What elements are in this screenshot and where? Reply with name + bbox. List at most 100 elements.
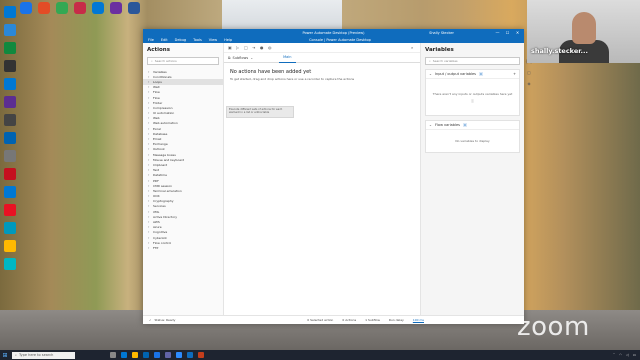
actions-title: Actions	[147, 47, 170, 53]
volume-icon[interactable]: ◁	[626, 353, 629, 357]
subflows-icon: ⧉	[228, 55, 231, 60]
zoom-icon[interactable]	[176, 352, 182, 358]
desktop-icon[interactable]	[74, 2, 86, 14]
close-button[interactable]: ✕	[515, 30, 520, 35]
run-delay-value[interactable]: 100 ms	[413, 318, 424, 322]
step-icon[interactable]: ⇥	[252, 45, 256, 50]
action-list: VariablesConditionalsLoopsWaitFlowFlowFo…	[143, 69, 223, 251]
taskview-icon[interactable]	[110, 352, 116, 358]
variables-title: Variables	[425, 47, 454, 53]
desktop-icon[interactable]	[4, 6, 16, 18]
menu-file[interactable]: File	[148, 38, 154, 42]
status-bar: ✓ Status: Ready 0 Selected action 0 Acti…	[143, 315, 524, 324]
right-side-strip: {x} ▢ ◈	[524, 59, 534, 86]
io-variables-empty-text: There aren't any inputs or outputs varia…	[432, 91, 513, 96]
signed-in-user[interactable]: Shally Stecker	[429, 31, 454, 35]
desktop-icon[interactable]	[4, 150, 16, 162]
menu-edit[interactable]: Edit	[161, 38, 168, 42]
actions-count: 0 Actions	[342, 318, 357, 322]
subflows-dropdown[interactable]: ⧉ Subflows ⌄	[224, 53, 257, 62]
desktop-icon[interactable]	[4, 60, 16, 72]
status-text: Status: Ready	[154, 318, 176, 322]
desktop-icon[interactable]	[4, 96, 16, 108]
record-icon[interactable]: ●	[260, 45, 264, 50]
menu-view[interactable]: View	[209, 38, 217, 42]
selected-actions-count: 0 Selected action	[307, 318, 334, 322]
search-icon: ⌕	[15, 353, 17, 357]
edge-icon[interactable]	[121, 352, 127, 358]
menu-help[interactable]: Help	[224, 38, 232, 42]
flow-variables-header[interactable]: ⌄ Flow variables 0	[426, 121, 519, 130]
save-icon[interactable]: ▣	[228, 45, 232, 50]
chevron-down-icon: ⌄	[429, 72, 432, 76]
file-explorer-icon[interactable]	[132, 352, 138, 358]
desktop-icon[interactable]	[4, 222, 16, 234]
desktop-icon[interactable]	[4, 24, 16, 36]
minimize-button[interactable]: —	[495, 30, 500, 35]
desktop-icon[interactable]	[4, 168, 16, 180]
desktop-icon[interactable]	[4, 132, 16, 144]
taskbar-apps	[110, 352, 204, 358]
action-group-item[interactable]: FTP	[143, 245, 223, 250]
workspace: Actions ⌕ Search actions VariablesCondit…	[143, 43, 533, 316]
io-variables-count: 0	[479, 72, 483, 76]
add-icon[interactable]: +	[513, 72, 516, 76]
desktop-icon[interactable]	[20, 2, 32, 14]
maximize-button[interactable]: ☐	[505, 30, 510, 35]
zoom-logo: zoom	[517, 312, 590, 342]
participant-face	[572, 12, 596, 44]
menu-tools[interactable]: Tools	[193, 38, 202, 42]
run-icon[interactable]: ▷	[236, 45, 240, 50]
network-icon[interactable]: ◠	[619, 353, 622, 357]
participant-name: shally.stecker...	[531, 47, 588, 55]
desktop-icon[interactable]	[128, 2, 140, 14]
tab-main[interactable]: Main	[279, 53, 296, 63]
check-icon: ✓	[149, 318, 152, 322]
variables-search-input[interactable]: ⌕ Search variables	[425, 57, 520, 65]
notifications-icon[interactable]: ▭	[633, 353, 636, 357]
windows-start-icon[interactable]: ⊞	[0, 350, 10, 360]
teams-icon[interactable]	[165, 352, 171, 358]
chrome-icon[interactable]	[154, 352, 160, 358]
search-icon: ⌕	[429, 59, 431, 63]
store-icon[interactable]	[143, 352, 149, 358]
search-icon[interactable]: ⌕	[411, 45, 415, 50]
title-bar: Power Automate Desktop (Preview) Shally …	[143, 29, 524, 36]
web-recorder-icon[interactable]: ◍	[268, 45, 272, 50]
power-automate-window: Power Automate Desktop (Preview) Shally …	[143, 29, 533, 324]
menu-debug[interactable]: Debug	[175, 38, 187, 42]
desktop-icon[interactable]	[4, 204, 16, 216]
desktop-icon[interactable]	[4, 186, 16, 198]
desktop-icon[interactable]	[92, 2, 104, 14]
info-icon: ⓘ	[470, 98, 474, 103]
window-title: Power Automate Desktop (Preview)	[302, 30, 365, 35]
ui-elements-icon[interactable]: ◈	[527, 81, 530, 86]
search-icon: ⌕	[151, 59, 153, 63]
flow-variables-title: Flow variables	[434, 123, 460, 127]
images-icon[interactable]: ▢	[527, 70, 531, 75]
desktop-icon[interactable]	[4, 42, 16, 54]
desktop-icon[interactable]	[4, 78, 16, 90]
menu-bar: File Edit Debug Tools View Help Console …	[143, 36, 524, 43]
io-variables-header[interactable]: ⌄ Input / output variables 0 +	[426, 70, 519, 79]
desktop-icon[interactable]	[110, 2, 122, 14]
desktop-icon[interactable]	[38, 2, 50, 14]
desktop-icon[interactable]	[4, 240, 16, 252]
chevron-up-icon[interactable]: ˄	[613, 353, 615, 357]
flow-variables-section: ⌄ Flow variables 0 No variables to displ…	[425, 120, 520, 153]
desktop-icon[interactable]	[56, 2, 68, 14]
taskbar-search-input[interactable]: ⌕ Type here to search	[12, 351, 75, 359]
actions-search-input[interactable]: ⌕ Search actions	[147, 57, 219, 65]
window-controls: — ☐ ✕	[495, 30, 520, 35]
powerpoint-icon[interactable]	[198, 352, 204, 358]
power-automate-icon[interactable]	[187, 352, 193, 358]
run-delay-label: Run delay	[388, 318, 404, 322]
flow-variables-count: 0	[462, 123, 467, 127]
stop-icon[interactable]: □	[244, 45, 248, 50]
empty-state-subtitle: To get started, drag and drop actions he…	[230, 77, 355, 81]
desktop-icon[interactable]	[4, 114, 16, 126]
subflows-label: Subflows	[232, 55, 249, 60]
subflow-count: 1 Subflow	[365, 318, 380, 322]
zoom-participant-video: shally.stecker...	[527, 0, 640, 63]
desktop-icon[interactable]	[4, 258, 16, 270]
